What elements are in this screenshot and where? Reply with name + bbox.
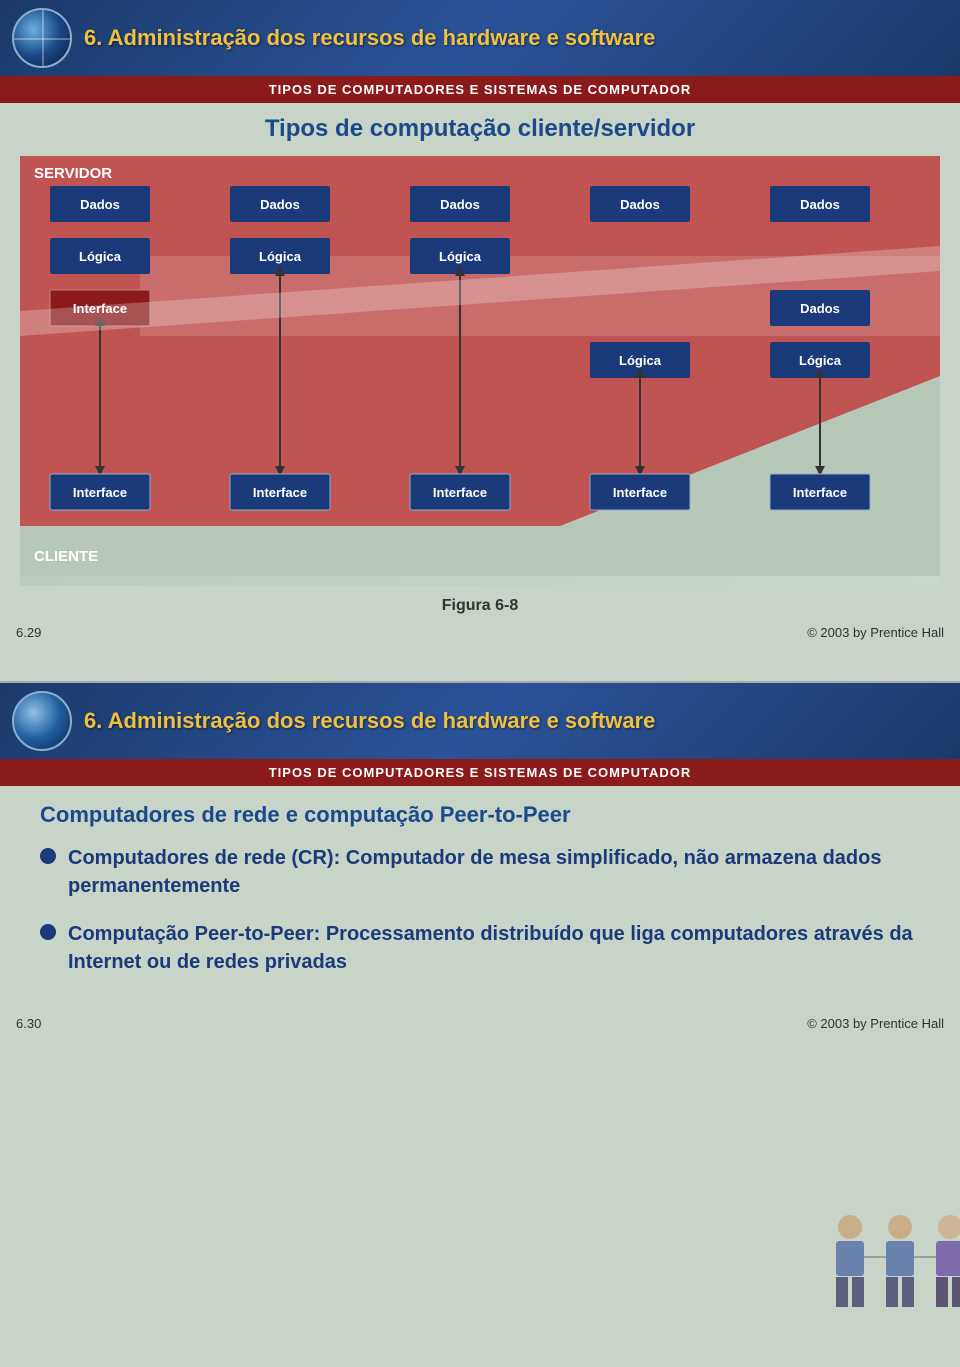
slide2-header: 6. Administração dos recursos de hardwar… (0, 683, 960, 759)
slide2-copyright: © 2003 by Prentice Hall (807, 1016, 944, 1031)
svg-text:Dados: Dados (800, 301, 840, 316)
slide2-footer: 6.30 © 2003 by Prentice Hall (0, 1012, 960, 1035)
globe-icon (12, 8, 72, 68)
svg-text:Lógica: Lógica (79, 249, 122, 264)
slide2-section-title: Computadores de rede e computação Peer-t… (40, 802, 920, 828)
diagram-area: SERVIDOR CLIENTE Dados Dados Dados Dados… (20, 156, 940, 586)
svg-text:SERVIDOR: SERVIDOR (34, 165, 112, 182)
bullet-dot-2 (40, 924, 56, 940)
slide1-footer: 6.29 © 2003 by Prentice Hall (0, 621, 960, 644)
svg-text:Interface: Interface (73, 485, 127, 500)
svg-text:Lógica: Lógica (259, 249, 302, 264)
svg-text:Lógica: Lógica (619, 353, 662, 368)
slide2-sub-header: TIPOS DE COMPUTADORES E SISTEMAS DE COMP… (0, 759, 960, 786)
svg-text:Dados: Dados (620, 197, 660, 212)
svg-text:Interface: Interface (793, 485, 847, 500)
figure-caption: Figura 6-8 (0, 591, 960, 621)
bullet-item-2: Computação Peer-to-Peer: Processamento d… (40, 920, 920, 976)
slide1-sub-header: TIPOS DE COMPUTADORES E SISTEMAS DE COMP… (0, 76, 960, 103)
svg-text:Lógica: Lógica (799, 353, 842, 368)
svg-text:Dados: Dados (440, 197, 480, 212)
people-graphic (820, 1207, 940, 1307)
slide2-header-title: 6. Administração dos recursos de hardwar… (84, 708, 655, 734)
slide1-header: 6. Administração dos recursos de hardwar… (0, 0, 960, 76)
bullet-text-1: Computadores de rede (CR): Computador de… (68, 844, 920, 900)
bullet-dot-1 (40, 848, 56, 864)
slide-2: 6. Administração dos recursos de hardwar… (0, 683, 960, 1367)
slide2-number: 6.30 (16, 1016, 41, 1031)
slide1-header-title: 6. Administração dos recursos de hardwar… (84, 25, 655, 51)
svg-text:Interface: Interface (433, 485, 487, 500)
slide1-number: 6.29 (16, 625, 41, 640)
svg-text:Dados: Dados (260, 197, 300, 212)
svg-text:Dados: Dados (800, 197, 840, 212)
diagram-svg: SERVIDOR CLIENTE Dados Dados Dados Dados… (20, 156, 940, 576)
globe-icon-2 (12, 691, 72, 751)
svg-text:Lógica: Lógica (439, 249, 482, 264)
svg-text:CLIENTE: CLIENTE (34, 548, 98, 565)
slide1-title: Tipos de computação cliente/servidor (0, 103, 960, 151)
svg-text:Interface: Interface (613, 485, 667, 500)
slide2-content: Computadores de rede e computação Peer-t… (0, 786, 960, 1012)
slide-1: 6. Administração dos recursos de hardwar… (0, 0, 960, 683)
bullet-text-2: Computação Peer-to-Peer: Processamento d… (68, 920, 920, 976)
svg-text:Interface: Interface (253, 485, 307, 500)
slide1-copyright: © 2003 by Prentice Hall (807, 625, 944, 640)
bullet-item-1: Computadores de rede (CR): Computador de… (40, 844, 920, 900)
svg-text:Dados: Dados (80, 197, 120, 212)
